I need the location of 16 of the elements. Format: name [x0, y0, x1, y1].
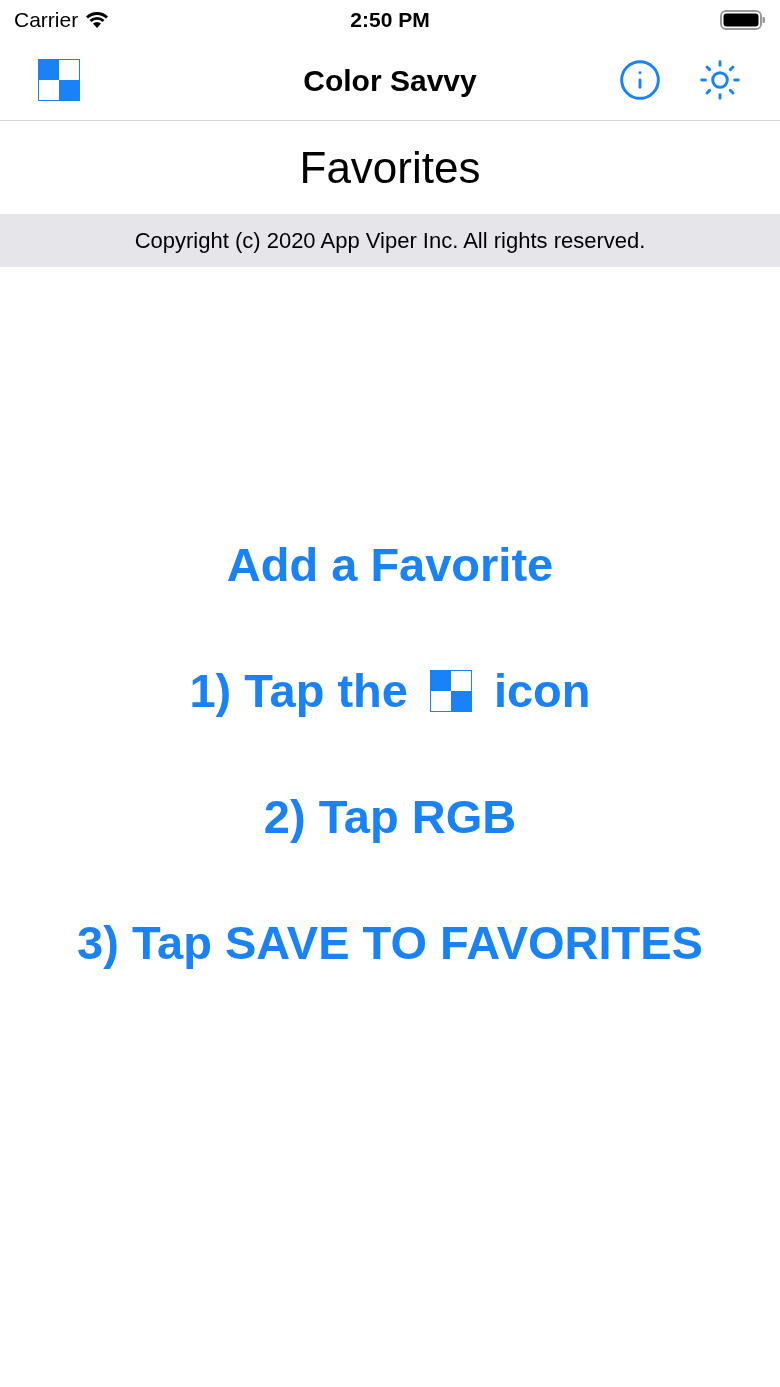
info-icon[interactable] — [618, 58, 662, 102]
instructions-heading: Add a Favorite — [226, 537, 554, 593]
app-title: Color Savvy — [303, 62, 477, 99]
status-time: 2:50 PM — [350, 7, 430, 34]
instruction-step: 1) Tap the — [189, 663, 408, 719]
instruction-step: 3) Tap SAVE TO FAVORITES — [77, 915, 703, 971]
logo-icon[interactable] — [38, 59, 80, 101]
instruction-step: icon — [493, 663, 591, 719]
copyright-notice: Copyright (c) 2020 App Viper Inc. All rights reserved. — [134, 227, 646, 255]
brightness-icon[interactable] — [698, 58, 742, 102]
battery-icon — [720, 9, 766, 31]
carrier-label: Carrier — [14, 7, 79, 34]
logo-icon — [429, 670, 472, 712]
page-title: Favorites — [299, 141, 481, 194]
instruction-step: 2) Tap RGB — [263, 789, 517, 845]
wifi-icon — [84, 10, 111, 30]
